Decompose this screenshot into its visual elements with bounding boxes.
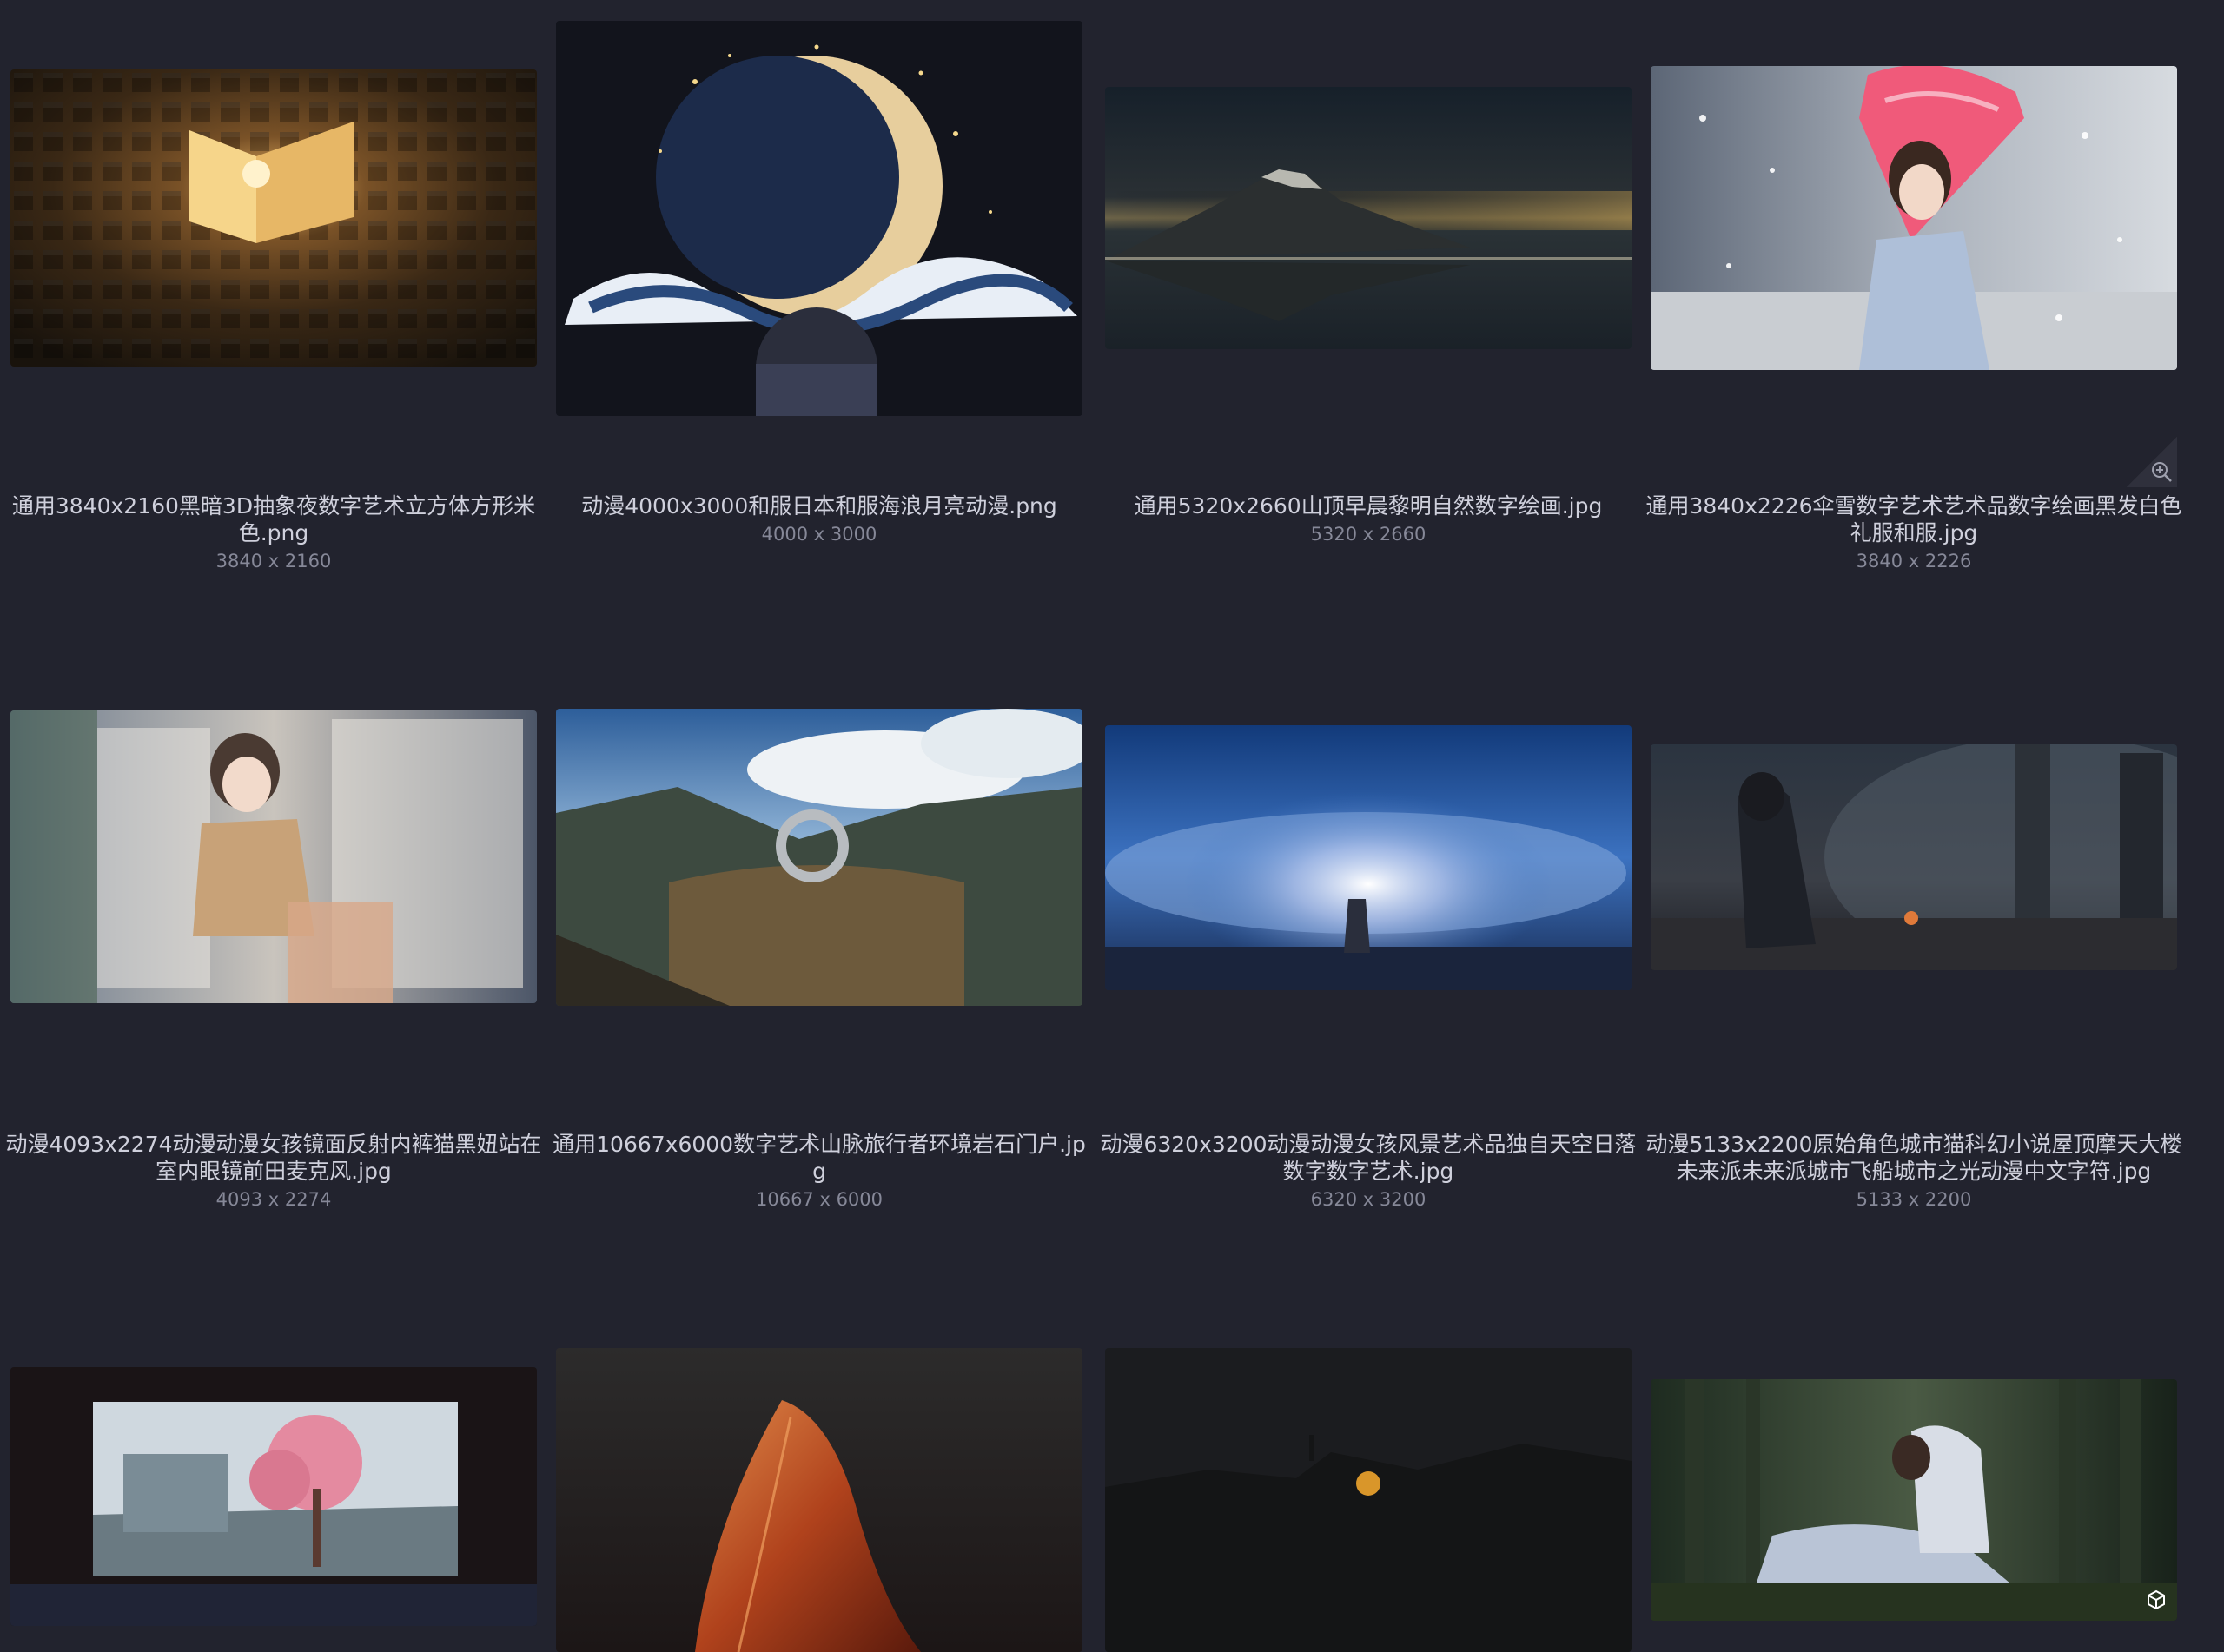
thumbnail-image[interactable] bbox=[1651, 66, 2177, 370]
gallery-item[interactable]: 通用3840x2160黑暗3D抽象夜数字艺术立方体方形米色.png 3840 x… bbox=[10, 0, 537, 608]
image-dimensions: 3840 x 2226 bbox=[1856, 551, 1972, 572]
image-title: 动漫6320x3200动漫动漫女孩风景艺术品独自天空日落数字数字艺术.jpg bbox=[1100, 1132, 1637, 1184]
gallery-item[interactable]: 动漫6320x3200动漫动漫女孩风景艺术品独自天空日落数字数字艺术.jpg 6… bbox=[1100, 638, 1637, 1246]
image-caption: 动漫4093x2274动漫动漫女孩镜面反射内裤猫黑妞站在室内眼镜前田麦克风.jp… bbox=[3, 1131, 544, 1213]
gallery-item[interactable] bbox=[10, 1277, 537, 1652]
gallery-item[interactable]: 动漫4093x2274动漫动漫女孩镜面反射内裤猫黑妞站在室内眼镜前田麦克风.jp… bbox=[5, 638, 542, 1246]
thumbnail-image[interactable] bbox=[556, 21, 1082, 416]
image-caption: 通用10667x6000数字艺术山脉旅行者环境岩石门户.jpg 10667 x … bbox=[549, 1131, 1089, 1213]
thumbnail-image[interactable] bbox=[1651, 1379, 2177, 1621]
gallery-item[interactable]: 通用10667x6000数字艺术山脉旅行者环境岩石门户.jpg 10667 x … bbox=[553, 638, 1086, 1246]
image-dimensions: 10667 x 6000 bbox=[755, 1189, 884, 1210]
thumbnail-image[interactable] bbox=[1105, 87, 1632, 349]
thumbnail-image[interactable] bbox=[10, 710, 537, 1003]
image-caption: 动漫5133x2200原始角色城市猫科幻小说屋顶摩天大楼未来派未来派城市飞船城市… bbox=[1644, 1131, 2184, 1213]
zoom-in-icon bbox=[2152, 462, 2172, 482]
image-caption: 通用3840x2160黑暗3D抽象夜数字艺术立方体方形米色.png 3840 x… bbox=[3, 492, 544, 574]
image-caption: 通用3840x2226伞雪数字艺术艺术品数字绘画黑发白色礼服和服.jpg 384… bbox=[1644, 492, 2184, 574]
gallery-item[interactable] bbox=[1105, 1277, 1632, 1652]
image-dimensions: 4000 x 3000 bbox=[761, 524, 877, 545]
image-grid: 通用3840x2160黑暗3D抽象夜数字艺术立方体方形米色.png 3840 x… bbox=[0, 0, 2224, 1652]
thumbnail-image[interactable] bbox=[1651, 744, 2177, 970]
thumbnail-image[interactable] bbox=[556, 1348, 1082, 1652]
image-dimensions: 4093 x 2274 bbox=[215, 1189, 332, 1210]
thumbnail-image[interactable] bbox=[1105, 725, 1632, 990]
image-caption: 动漫6320x3200动漫动漫女孩风景艺术品独自天空日落数字数字艺术.jpg 6… bbox=[1098, 1131, 1638, 1213]
image-title: 动漫4000x3000和服日本和服海浪月亮动漫.png bbox=[581, 493, 1057, 519]
gallery-item[interactable] bbox=[556, 1277, 1082, 1652]
image-dimensions: 5133 x 2200 bbox=[1856, 1189, 1972, 1210]
gallery-item[interactable] bbox=[1651, 1277, 2177, 1652]
image-title: 通用3840x2160黑暗3D抽象夜数字艺术立方体方形米色.png bbox=[11, 493, 536, 545]
gallery-item[interactable]: 动漫5133x2200原始角色城市猫科幻小说屋顶摩天大楼未来派未来派城市飞船城市… bbox=[1645, 638, 2182, 1246]
image-dimensions: 3840 x 2160 bbox=[215, 551, 332, 572]
image-caption: 动漫4000x3000和服日本和服海浪月亮动漫.png 4000 x 3000 bbox=[549, 492, 1089, 547]
thumbnail-image[interactable] bbox=[10, 1367, 537, 1626]
image-title: 动漫5133x2200原始角色城市猫科幻小说屋顶摩天大楼未来派未来派城市飞船城市… bbox=[1645, 1132, 2182, 1184]
image-caption: 通用5320x2660山顶早晨黎明自然数字绘画.jpg 5320 x 2660 bbox=[1098, 492, 1638, 547]
image-title: 通用10667x6000数字艺术山脉旅行者环境岩石门户.jpg bbox=[553, 1132, 1086, 1184]
gallery-item[interactable]: 通用5320x2660山顶早晨黎明自然数字绘画.jpg 5320 x 2660 bbox=[1105, 0, 1632, 608]
image-title: 动漫4093x2274动漫动漫女孩镜面反射内裤猫黑妞站在室内眼镜前田麦克风.jp… bbox=[5, 1132, 542, 1184]
cube-icon bbox=[2148, 1589, 2165, 1610]
image-title: 通用3840x2226伞雪数字艺术艺术品数字绘画黑发白色礼服和服.jpg bbox=[1645, 493, 2182, 545]
image-dimensions: 6320 x 3200 bbox=[1310, 1189, 1426, 1210]
thumbnail-image[interactable] bbox=[556, 709, 1082, 1006]
gallery-item[interactable]: 通用3840x2226伞雪数字艺术艺术品数字绘画黑发白色礼服和服.jpg 384… bbox=[1645, 0, 2182, 608]
gallery-item[interactable]: 动漫4000x3000和服日本和服海浪月亮动漫.png 4000 x 3000 bbox=[556, 0, 1082, 608]
zoom-button[interactable] bbox=[2127, 437, 2177, 487]
thumbnail-image[interactable] bbox=[10, 69, 537, 367]
image-dimensions: 5320 x 2660 bbox=[1310, 524, 1426, 545]
thumbnail-image[interactable] bbox=[1105, 1348, 1632, 1652]
image-title: 通用5320x2660山顶早晨黎明自然数字绘画.jpg bbox=[1134, 493, 1603, 519]
